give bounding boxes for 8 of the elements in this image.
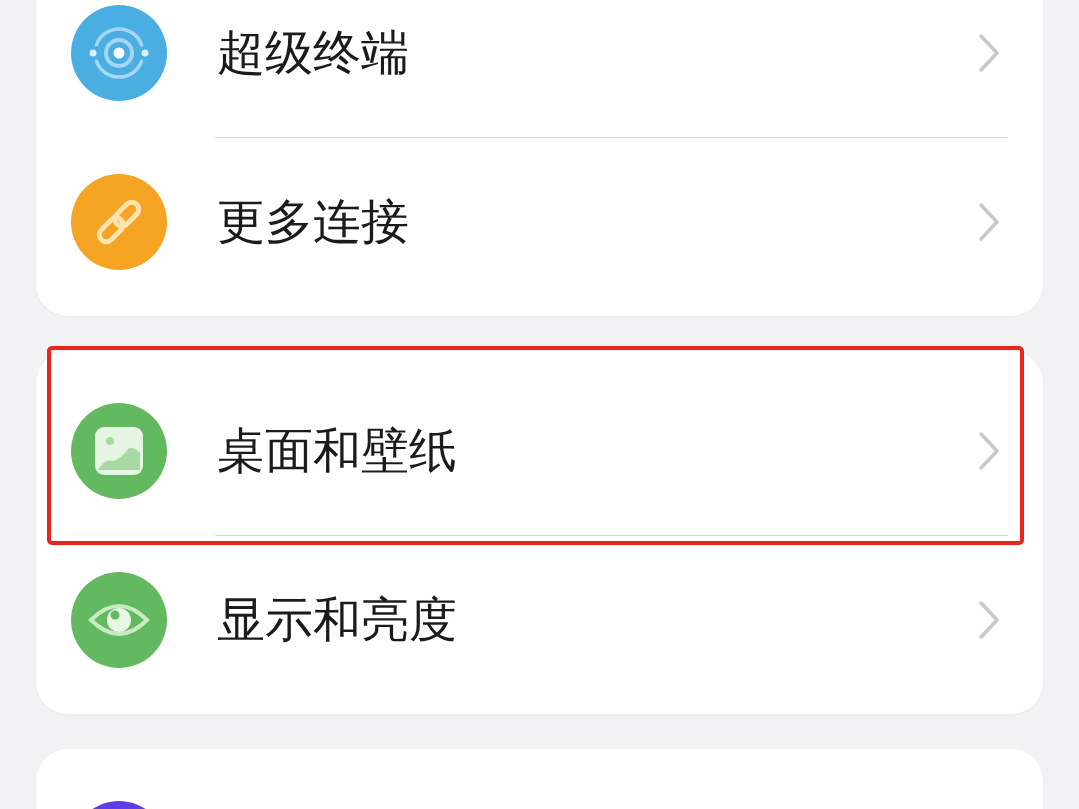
chevron-icon bbox=[978, 33, 1000, 73]
settings-item[interactable]: 显示和亮度 bbox=[36, 536, 1043, 704]
settings-item[interactable]: 超级终端 bbox=[36, 0, 1043, 137]
chevron-icon bbox=[978, 431, 1000, 471]
settings-item[interactable]: 更多连接 bbox=[36, 138, 1043, 306]
settings-item[interactable]: 桌面和壁纸 bbox=[36, 367, 1043, 535]
chevron-icon bbox=[978, 202, 1000, 242]
chevron-icon bbox=[978, 600, 1000, 640]
